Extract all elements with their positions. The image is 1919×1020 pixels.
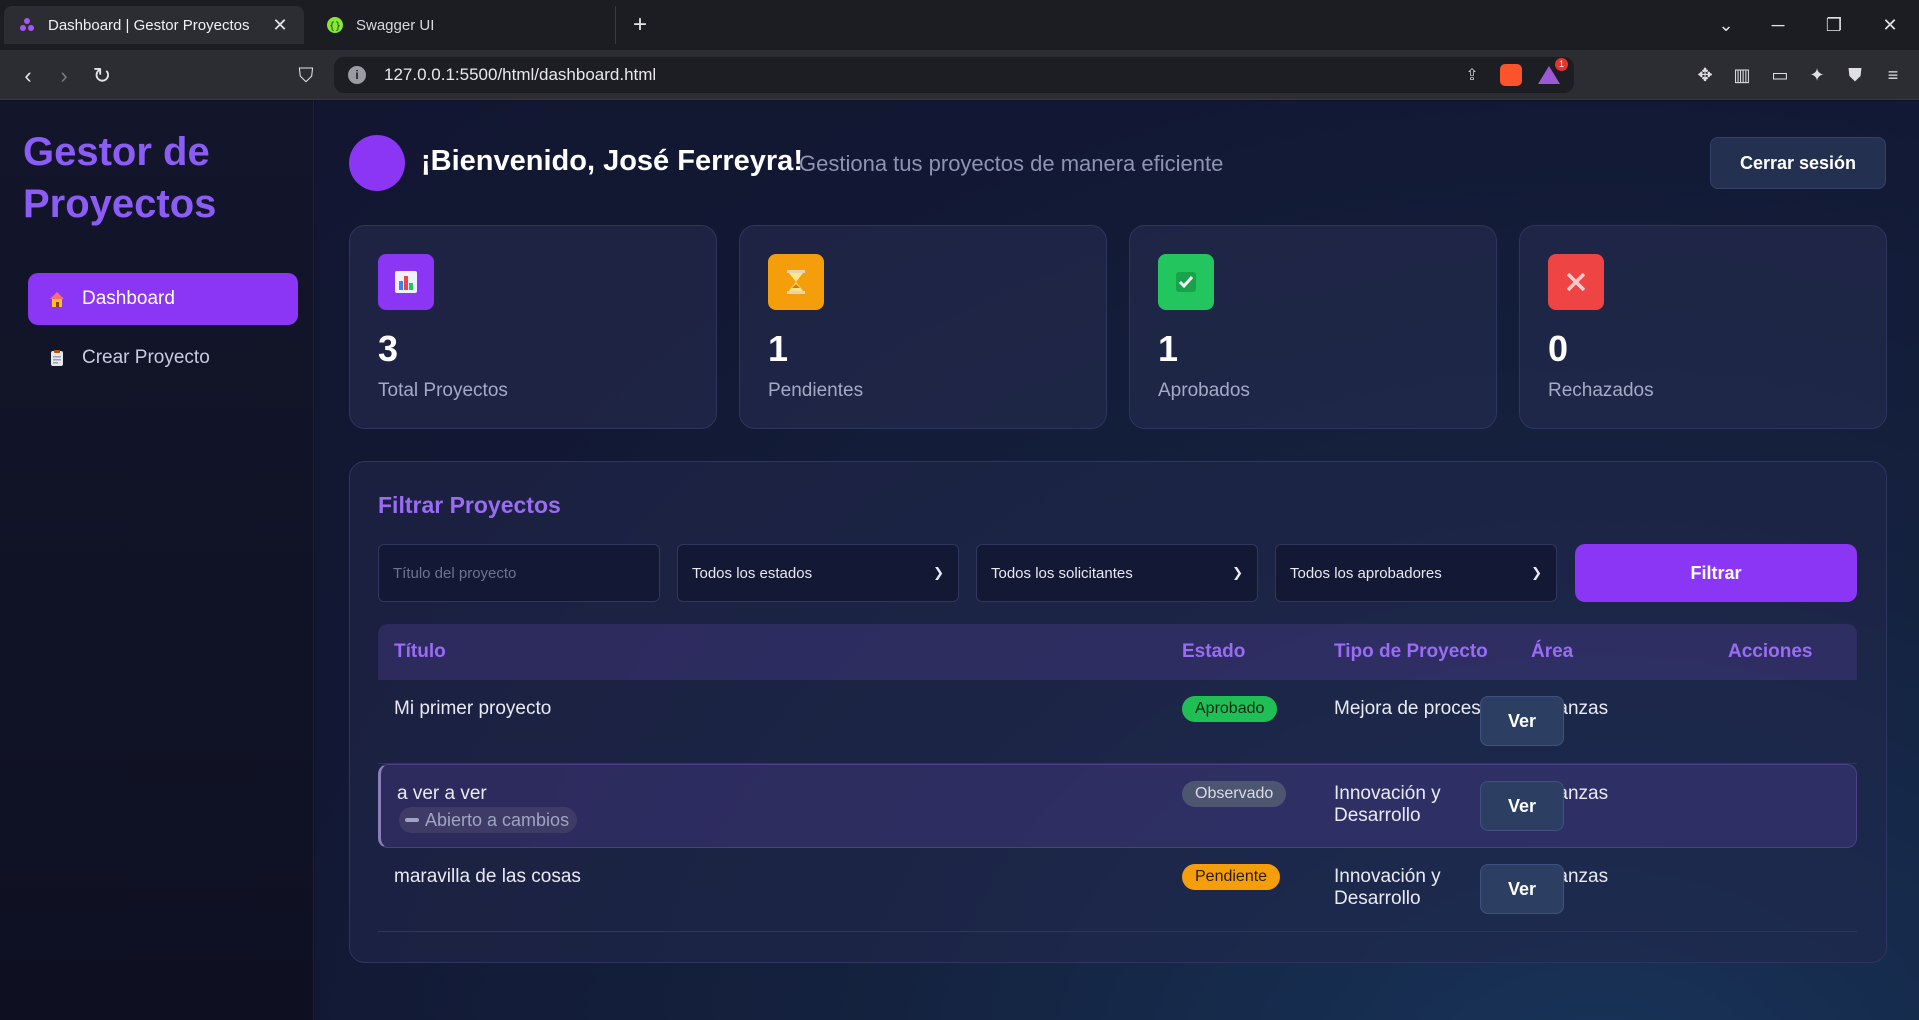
back-icon[interactable]: ‹ xyxy=(14,62,42,90)
new-tab-button[interactable]: + xyxy=(626,11,654,39)
table-row: Mi primer proyecto Aprobado Mejora de pr… xyxy=(378,680,1857,764)
title-search-input[interactable]: Título del proyecto xyxy=(378,544,660,602)
vpn-icon[interactable]: ⛊ xyxy=(1842,62,1868,88)
menu-icon[interactable]: ≡ xyxy=(1880,62,1906,88)
chevron-down-icon: ❯ xyxy=(933,565,944,580)
stat-value: 0 xyxy=(1548,328,1569,369)
project-type: Innovación y Desarrollo xyxy=(1334,866,1441,909)
stat-label: Total Proyectos xyxy=(378,380,508,401)
status-badge: Aprobado xyxy=(1182,696,1278,722)
sidebar: Gestor de Proyectos Dashboard Crear Proy… xyxy=(0,101,314,1020)
extensions-icon[interactable]: ✥ xyxy=(1692,62,1718,88)
share-icon[interactable]: ⇪ xyxy=(1460,65,1484,85)
svg-text:{}: {} xyxy=(329,21,341,32)
solicitante-select-value: Todos los solicitantes xyxy=(991,564,1133,582)
window-close-icon[interactable]: ✕ xyxy=(1876,12,1904,38)
wallet-icon[interactable]: ▭ xyxy=(1767,62,1793,88)
bookmark-icon[interactable]: ⛉ xyxy=(292,62,320,90)
table-header: Título Estado Tipo de Proyecto Área Acci… xyxy=(378,624,1857,680)
solicitante-select[interactable]: Todos los solicitantes ❯ xyxy=(976,544,1258,602)
stat-card-total: 3 Total Proyectos xyxy=(349,225,717,429)
welcome-subtitle: Gestiona tus proyectos de manera eficien… xyxy=(799,151,1224,176)
swagger-favicon-icon: {} xyxy=(326,16,344,34)
view-button[interactable]: Ver xyxy=(1480,781,1564,831)
logout-button[interactable]: Cerrar sesión xyxy=(1710,137,1886,189)
main-content: ¡Bienvenido, José Ferreyra! Gestiona tus… xyxy=(315,101,1919,1020)
sidebar-item-dashboard[interactable]: Dashboard xyxy=(28,273,298,325)
stat-value: 1 xyxy=(768,328,789,369)
brave-shields-icon[interactable] xyxy=(1500,64,1522,86)
sidebar-item-label: Crear Proyecto xyxy=(82,347,210,368)
filter-button[interactable]: Filtrar xyxy=(1575,544,1857,602)
tab-search-icon[interactable]: ⌄ xyxy=(1712,12,1740,38)
url-field[interactable]: i 127.0.0.1:5500/html/dashboard.html ⇪ 1 xyxy=(334,57,1574,93)
url-text[interactable]: 127.0.0.1:5500/html/dashboard.html xyxy=(384,65,1460,85)
column-header-type: Tipo de Proyecto xyxy=(1334,641,1488,662)
table-row: maravilla de las cosas Pendiente Innovac… xyxy=(378,848,1857,932)
stat-card-pendientes: 1 Pendientes xyxy=(739,225,1107,429)
minimize-icon[interactable]: ─ xyxy=(1764,12,1792,38)
table-row: a ver a ver Abierto a cambios Observado … xyxy=(378,764,1857,848)
brave-rewards-icon[interactable]: 1 xyxy=(1538,58,1568,86)
project-type: Innovación y Desarrollo xyxy=(1334,783,1441,826)
view-button[interactable]: Ver xyxy=(1480,864,1564,914)
sidebar-item-label: Dashboard xyxy=(82,288,175,309)
stat-label: Rechazados xyxy=(1548,380,1654,401)
stat-label: Aprobados xyxy=(1158,380,1250,401)
leo-ai-icon[interactable]: ✦ xyxy=(1804,62,1830,88)
restore-icon[interactable]: ❐ xyxy=(1820,12,1848,38)
sidebar-item-crear-proyecto[interactable]: Crear Proyecto xyxy=(28,332,298,384)
stat-value: 1 xyxy=(1158,328,1179,369)
status-badge: Observado xyxy=(1182,781,1287,807)
estado-select-value: Todos los estados xyxy=(692,564,813,582)
pencil-icon xyxy=(405,818,419,822)
change-tag-label: Abierto a cambios xyxy=(425,809,570,830)
project-title: a ver a ver xyxy=(397,783,487,804)
column-header-actions: Acciones xyxy=(1728,641,1813,662)
chevron-down-icon: ❯ xyxy=(1531,565,1542,580)
cross-icon xyxy=(1548,254,1604,310)
aprobador-select-value: Todos los aprobadores xyxy=(1290,564,1442,582)
app-favicon-icon xyxy=(18,16,36,34)
change-tag: Abierto a cambios xyxy=(399,807,578,833)
stat-card-aprobados: 1 Aprobados xyxy=(1129,225,1497,429)
house-icon xyxy=(48,290,66,308)
status-badge: Pendiente xyxy=(1182,864,1281,890)
stat-value: 3 xyxy=(378,328,399,369)
aprobador-select[interactable]: Todos los aprobadores ❯ xyxy=(1275,544,1557,602)
stat-label: Pendientes xyxy=(768,380,864,401)
hourglass-icon xyxy=(768,254,824,310)
avatar xyxy=(349,135,405,191)
title-search-placeholder: Título del proyecto xyxy=(393,564,517,582)
tab-dashboard[interactable]: Dashboard | Gestor Proyectos ✕ xyxy=(4,6,304,44)
tab-title: Swagger UI xyxy=(356,16,435,34)
project-title: maravilla de las cosas xyxy=(394,866,581,887)
check-icon xyxy=(1158,254,1214,310)
notification-badge: 1 xyxy=(1555,58,1568,71)
project-title: Mi primer proyecto xyxy=(394,698,552,719)
site-info-icon[interactable]: i xyxy=(348,66,366,84)
stat-card-rechazados: 0 Rechazados xyxy=(1519,225,1887,429)
browser-tab-strip: Dashboard | Gestor Proyectos ✕ {} Swagge… xyxy=(0,0,1919,50)
estado-select[interactable]: Todos los estados ❯ xyxy=(677,544,959,602)
forward-icon[interactable]: › xyxy=(50,62,78,90)
tab-swagger[interactable]: {} Swagger UI xyxy=(312,6,616,44)
close-tab-icon[interactable]: ✕ xyxy=(270,15,290,36)
column-header-title: Título xyxy=(394,641,446,662)
chevron-down-icon: ❯ xyxy=(1232,565,1243,580)
filter-title: Filtrar Proyectos xyxy=(378,492,561,518)
welcome-heading: ¡Bienvenido, José Ferreyra! xyxy=(421,145,803,177)
clipboard-icon xyxy=(48,349,66,367)
reload-icon[interactable]: ↻ xyxy=(88,62,116,90)
tab-title: Dashboard | Gestor Proyectos xyxy=(48,16,250,34)
address-bar-row: ‹ › ↻ ⛉ i 127.0.0.1:5500/html/dashboard.… xyxy=(0,50,1919,100)
column-header-area: Área xyxy=(1531,641,1574,662)
view-button[interactable]: Ver xyxy=(1480,696,1564,746)
column-header-status: Estado xyxy=(1182,641,1246,662)
filter-panel: Filtrar Proyectos Título del proyecto To… xyxy=(349,461,1887,963)
sidebar-toggle-icon[interactable]: ▥ xyxy=(1729,62,1755,88)
brand-title: Gestor de Proyectos xyxy=(23,130,217,226)
bar-chart-icon xyxy=(378,254,434,310)
